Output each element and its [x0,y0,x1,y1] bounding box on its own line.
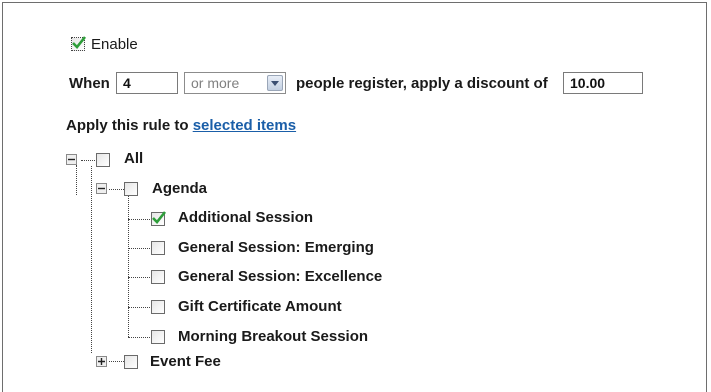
enable-checkbox[interactable] [71,36,87,51]
discount-label: people register, apply a discount of [296,75,548,92]
tree-checkbox-additional-session[interactable] [151,211,167,226]
comparison-dropdown-button[interactable] [267,75,283,91]
collapse-all-button[interactable] [66,154,77,165]
expand-event-fee-button[interactable] [96,356,107,367]
checkmark-icon [152,211,167,224]
tree-connector [76,165,77,195]
tree-checkbox-event-fee[interactable] [124,355,138,369]
minus-icon [68,158,75,161]
tree-label-gift-certificate-amount: Gift Certificate Amount [178,298,342,315]
tree-checkbox-general-session-emerging[interactable] [151,241,165,255]
tree-label-general-session-emerging: General Session: Emerging [178,239,374,256]
tree-label-morning-breakout-session: Morning Breakout Session [178,328,369,345]
minus-icon [98,187,105,190]
tree-label-all: All [124,150,144,167]
tree-connector [109,361,124,362]
checkmark-icon [72,36,87,49]
tree-label-additional-session: Additional Session [178,209,314,226]
plus-icon [98,358,105,365]
tree-connector [128,307,150,308]
when-label: When [69,75,110,92]
tree-label-general-session-excellence: General Session: Excellence [178,268,383,285]
chevron-down-icon [271,81,279,86]
enable-label: Enable [91,36,138,53]
apply-rule-label: Apply this rule to selected items [66,117,296,135]
tree-checkbox-agenda[interactable] [124,182,138,196]
discount-input[interactable]: 10.00 [563,72,643,94]
tree-connector [109,189,124,190]
tree-connector [128,219,150,220]
tree-checkbox-general-session-excellence[interactable] [151,270,165,284]
tree-connector [81,160,95,161]
comparison-select[interactable]: or more [184,72,286,94]
tree-connector [128,277,150,278]
collapse-agenda-button[interactable] [96,183,107,194]
tree-checkbox-morning-breakout-session[interactable] [151,330,165,344]
tree-connector [128,337,150,338]
tree-checkbox-gift-certificate-amount[interactable] [151,300,165,314]
tree-connector [128,248,150,249]
tree-checkbox-all[interactable] [96,153,110,167]
tree-label-agenda: Agenda [152,180,208,197]
tree-connector [91,166,92,353]
selected-items-link[interactable]: selected items [193,117,296,134]
comparison-value: or more [191,75,240,91]
apply-rule-prefix: Apply this rule to [66,117,189,134]
tree-label-event-fee: Event Fee [150,353,221,370]
tree-connector [128,196,129,337]
register-count-input[interactable]: 4 [116,72,178,94]
